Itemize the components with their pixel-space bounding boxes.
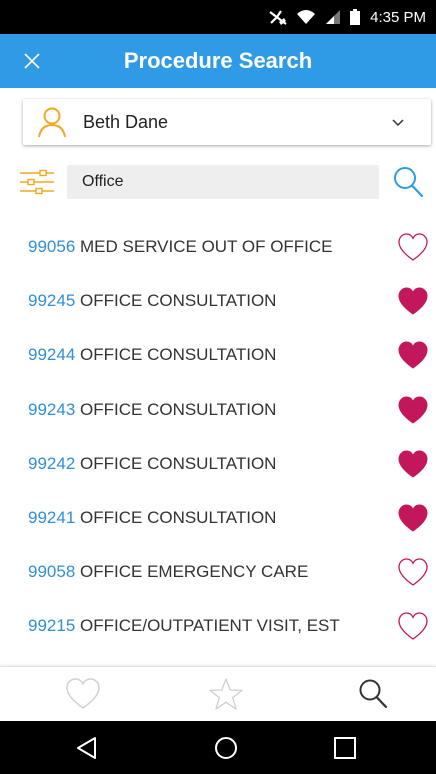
result-row[interactable]: 99244 OFFICE CONSULTATION bbox=[0, 328, 436, 382]
results-list[interactable]: 99056 MED SERVICE OUT OF OFFICE 99245 OFF… bbox=[0, 220, 436, 666]
chevron-down-icon bbox=[392, 119, 404, 127]
close-button[interactable] bbox=[18, 47, 46, 75]
bottom-nav bbox=[0, 666, 436, 721]
procedure-description: OFFICE CONSULTATION bbox=[80, 399, 277, 419]
app-bar: Procedure Search bbox=[0, 34, 436, 88]
result-label: 99215 OFFICE/OUTPATIENT VISIT, EST bbox=[28, 616, 340, 636]
procedure-description: MED SERVICE OUT OF OFFICE bbox=[80, 237, 333, 257]
procedure-description: OFFICE CONSULTATION bbox=[80, 345, 277, 365]
procedure-description: OFFICE CONSULTATION bbox=[80, 453, 277, 473]
result-row[interactable]: 99214 OFFICE/OUTPATIENT VISIT, EST bbox=[0, 654, 436, 667]
result-label: 99245 OFFICE CONSULTATION bbox=[28, 291, 276, 311]
heart-filled-icon bbox=[398, 287, 428, 315]
procedure-code: 99244 bbox=[28, 345, 76, 365]
search-icon bbox=[359, 679, 388, 709]
android-back-button[interactable] bbox=[72, 733, 102, 763]
favorite-toggle[interactable] bbox=[397, 340, 429, 370]
favorite-toggle[interactable] bbox=[397, 395, 429, 425]
result-label: 99241 OFFICE CONSULTATION bbox=[28, 508, 276, 528]
search-button[interactable] bbox=[390, 164, 426, 200]
procedure-code: 99245 bbox=[28, 291, 76, 311]
person-icon bbox=[38, 107, 66, 138]
heart-filled-icon bbox=[398, 504, 428, 532]
filter-button[interactable] bbox=[19, 167, 55, 197]
favorite-toggle[interactable] bbox=[397, 503, 429, 533]
favorite-toggle[interactable] bbox=[397, 557, 429, 587]
procedure-code: 99215 bbox=[28, 616, 76, 636]
procedure-code: 99242 bbox=[28, 453, 76, 473]
result-label: 99244 OFFICE CONSULTATION bbox=[28, 345, 276, 365]
procedure-description: OFFICE CONSULTATION bbox=[80, 508, 277, 528]
close-icon bbox=[24, 53, 40, 69]
procedure-code: 99243 bbox=[28, 399, 76, 419]
nav-search-button[interactable] bbox=[355, 677, 391, 711]
android-recents-button[interactable] bbox=[330, 733, 360, 763]
result-row[interactable]: 99243 OFFICE CONSULTATION bbox=[0, 383, 436, 437]
patient-dropdown[interactable]: Beth Dane bbox=[23, 99, 431, 145]
filter-sliders-icon bbox=[20, 169, 54, 195]
result-label: 99056 MED SERVICE OUT OF OFFICE bbox=[28, 237, 333, 257]
favorite-toggle[interactable] bbox=[397, 232, 429, 262]
heart-outline-icon bbox=[398, 612, 428, 641]
battery-icon bbox=[350, 9, 361, 25]
favorite-toggle[interactable] bbox=[397, 611, 429, 641]
status-bar: 4:35 PM bbox=[0, 0, 436, 34]
procedure-code: 99058 bbox=[28, 562, 76, 582]
result-label: 99058 OFFICE EMERGENCY CARE bbox=[28, 562, 308, 582]
result-row[interactable]: 99241 OFFICE CONSULTATION bbox=[0, 491, 436, 545]
status-time: 4:35 PM bbox=[370, 8, 426, 26]
heart-outline-icon bbox=[398, 233, 428, 261]
mute-icon bbox=[269, 10, 287, 25]
home-circle-icon bbox=[215, 737, 237, 759]
search-icon bbox=[394, 167, 424, 198]
android-nav-bar bbox=[0, 721, 436, 774]
heart-filled-icon bbox=[398, 396, 428, 424]
result-row[interactable]: 99056 MED SERVICE OUT OF OFFICE bbox=[0, 220, 436, 274]
heart-filled-icon bbox=[398, 341, 428, 370]
heart-outline-icon bbox=[66, 678, 100, 709]
result-row[interactable]: 99242 OFFICE CONSULTATION bbox=[0, 437, 436, 491]
signal-icon bbox=[326, 10, 341, 24]
procedure-description: OFFICE EMERGENCY CARE bbox=[80, 562, 309, 582]
search-input[interactable] bbox=[67, 165, 379, 199]
android-home-button[interactable] bbox=[211, 733, 241, 763]
heart-outline-icon bbox=[398, 558, 428, 587]
result-label: 99242 OFFICE CONSULTATION bbox=[28, 454, 276, 474]
page-title: Procedure Search bbox=[123, 48, 313, 73]
screen: 4:35 PM Procedure Search Beth Dane Offic… bbox=[0, 0, 436, 774]
result-row[interactable]: 99215 OFFICE/OUTPATIENT VISIT, EST bbox=[0, 599, 436, 653]
patient-name: Beth Dane bbox=[83, 111, 169, 132]
favorite-toggle[interactable] bbox=[397, 286, 429, 316]
procedure-description: OFFICE/OUTPATIENT VISIT, EST bbox=[80, 616, 340, 636]
nav-favorites-button[interactable] bbox=[65, 677, 101, 711]
wifi-icon bbox=[297, 10, 316, 24]
back-triangle-icon bbox=[77, 737, 96, 759]
result-label: 99243 OFFICE CONSULTATION bbox=[28, 400, 276, 420]
heart-filled-icon bbox=[398, 450, 428, 478]
result-row[interactable]: 99058 OFFICE EMERGENCY CARE bbox=[0, 545, 436, 599]
favorite-toggle[interactable] bbox=[397, 449, 429, 479]
result-row[interactable]: 99245 OFFICE CONSULTATION bbox=[0, 274, 436, 328]
star-outline-icon bbox=[209, 678, 243, 710]
recents-square-icon bbox=[334, 737, 356, 759]
nav-starred-button[interactable] bbox=[208, 677, 244, 711]
procedure-code: 99056 bbox=[28, 237, 76, 257]
procedure-description: OFFICE CONSULTATION bbox=[80, 291, 277, 311]
procedure-code: 99241 bbox=[28, 508, 76, 528]
